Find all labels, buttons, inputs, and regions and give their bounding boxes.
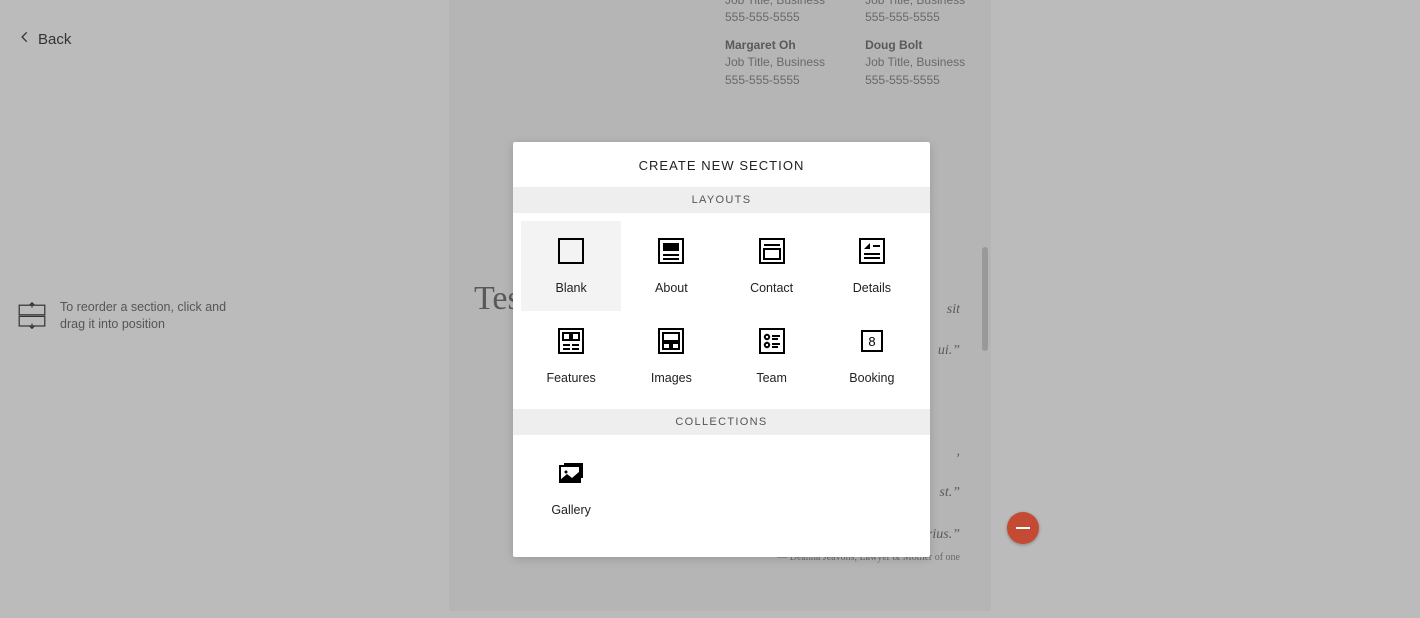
images-icon <box>655 325 687 357</box>
layout-label: Gallery <box>551 503 591 517</box>
scrollbar-thumb[interactable] <box>982 247 988 351</box>
create-section-modal: CREATE NEW SECTION LAYOUTS Blank About <box>513 142 930 557</box>
layout-label: Features <box>546 371 595 385</box>
about-icon <box>655 235 687 267</box>
gallery-icon <box>555 457 587 489</box>
contact-icon <box>756 235 788 267</box>
layouts-header: LAYOUTS <box>513 187 930 213</box>
back-label: Back <box>38 31 71 48</box>
layout-option-images[interactable]: Images <box>621 311 721 401</box>
layout-option-features[interactable]: Features <box>521 311 621 401</box>
team-icon <box>756 325 788 357</box>
back-button[interactable]: Back <box>18 30 71 48</box>
layout-label: Team <box>756 371 787 385</box>
svg-text:8: 8 <box>868 334 875 349</box>
layout-option-about[interactable]: About <box>621 221 721 311</box>
reorder-hint-text: To reorder a section, click and drag it … <box>60 299 246 333</box>
features-icon <box>555 325 587 357</box>
collection-option-gallery[interactable]: Gallery <box>521 443 621 533</box>
chevron-left-icon <box>18 30 32 48</box>
booking-icon: 8 <box>856 325 888 357</box>
remove-section-button[interactable] <box>1007 512 1039 544</box>
layout-option-team[interactable]: Team <box>722 311 822 401</box>
layout-label: Blank <box>555 281 586 295</box>
layout-label: Booking <box>849 371 894 385</box>
blank-icon <box>555 235 587 267</box>
collections-header: COLLECTIONS <box>513 409 930 435</box>
modal-title: CREATE NEW SECTION <box>513 142 930 187</box>
layout-label: Details <box>853 281 891 295</box>
layout-option-contact[interactable]: Contact <box>722 221 822 311</box>
collections-grid: Gallery <box>513 435 930 557</box>
layout-option-booking[interactable]: 8 Booking <box>822 311 922 401</box>
layout-label: About <box>655 281 688 295</box>
layouts-grid: Blank About Contact <box>513 213 930 409</box>
minus-icon <box>1016 527 1030 529</box>
layout-option-details[interactable]: Details <box>822 221 922 311</box>
details-icon <box>856 235 888 267</box>
layout-label: Contact <box>750 281 793 295</box>
layout-option-blank[interactable]: Blank <box>521 221 621 311</box>
reorder-icon <box>16 302 48 330</box>
layout-label: Images <box>651 371 692 385</box>
reorder-hint: To reorder a section, click and drag it … <box>16 299 246 333</box>
